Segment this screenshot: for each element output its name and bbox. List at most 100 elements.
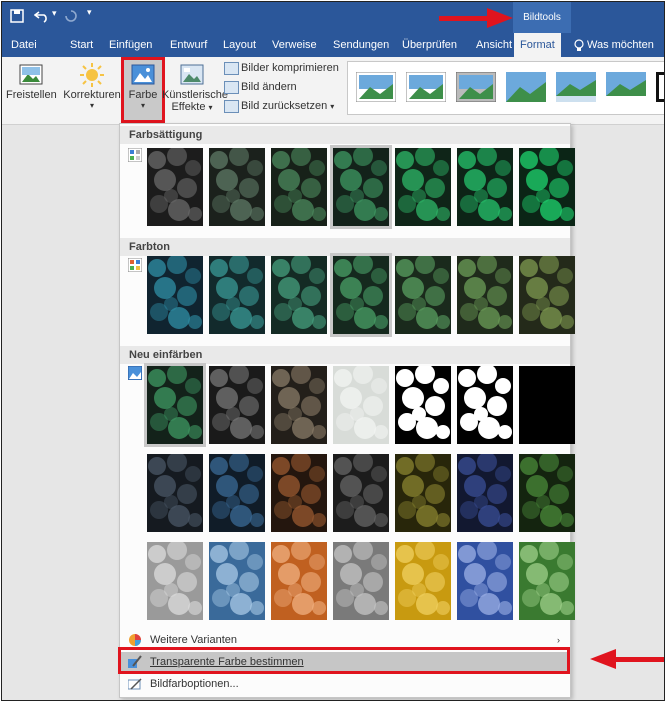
bilder-komprimieren-button[interactable]: Bilder komprimieren xyxy=(224,60,339,76)
bild-aendern-label: Bild ändern xyxy=(241,81,297,93)
picture-style-2[interactable] xyxy=(406,72,446,102)
recolor-variant-thumb[interactable] xyxy=(333,366,389,444)
recolor-variant-thumb[interactable] xyxy=(457,366,513,444)
saturation-variant-thumb[interactable] xyxy=(395,148,451,226)
title-bar: ▾ ▾ Bildtools xyxy=(2,2,664,33)
freistellen-label: Freistellen xyxy=(6,89,57,101)
lightbulb-icon xyxy=(574,39,584,51)
picture-color-options-icon xyxy=(128,678,142,690)
recolor-variant-thumb[interactable] xyxy=(395,366,451,444)
reset-picture-icon xyxy=(224,99,239,113)
tone-variant-thumb[interactable] xyxy=(519,256,575,334)
color-tone-icon xyxy=(128,258,142,272)
picture-style-4[interactable] xyxy=(506,72,546,102)
bild-zuruecksetzen-button[interactable]: Bild zurücksetzen ▾ xyxy=(224,98,334,114)
recolor-variant-thumb[interactable] xyxy=(519,542,575,620)
picture-styles-gallery xyxy=(347,61,665,115)
customize-qat-icon[interactable]: ▾ xyxy=(87,7,92,18)
recolor-variant-thumb[interactable] xyxy=(271,454,327,532)
tab-entwurf[interactable]: Entwurf xyxy=(170,33,207,57)
tone-variant-thumb[interactable] xyxy=(271,256,327,334)
recolor-variant-thumb[interactable] xyxy=(209,542,265,620)
save-icon[interactable] xyxy=(10,9,24,23)
undo-icon[interactable] xyxy=(34,9,50,23)
tone-variant-thumb[interactable] xyxy=(457,256,513,334)
tone-variant-thumb[interactable] xyxy=(147,256,203,334)
recolor-variant-thumb[interactable] xyxy=(333,454,389,532)
undo-dropdown-icon[interactable]: ▾ xyxy=(52,8,57,19)
recolor-variant-thumb[interactable] xyxy=(519,366,575,444)
freistellen-icon xyxy=(19,64,43,85)
saturation-variant-thumb[interactable] xyxy=(147,148,203,226)
saturation-variant-thumb[interactable] xyxy=(330,145,392,229)
saturation-variant-thumb[interactable] xyxy=(457,148,513,226)
tone-variant-thumb[interactable] xyxy=(209,256,265,334)
color-palette-icon xyxy=(129,634,141,646)
bild-zuruecksetzen-label: Bild zurücksetzen xyxy=(241,100,328,112)
saturation-variant-thumb[interactable] xyxy=(271,148,327,226)
kuenstlerische-label-2: Effekte xyxy=(171,101,206,113)
saturation-variant-thumb[interactable] xyxy=(519,148,575,226)
farbe-highlight-box xyxy=(121,57,165,123)
recolor-variant-thumb[interactable] xyxy=(209,366,265,444)
transparente-farbe-highlight-box xyxy=(118,647,570,674)
recolor-variant-thumb[interactable] xyxy=(457,542,513,620)
kuenstlerische-effekte-button[interactable]: Künstlerische Effekte ▾ xyxy=(162,59,229,113)
recolor-variant-thumb[interactable] xyxy=(147,542,203,620)
tell-me-search[interactable]: Was möchten xyxy=(587,33,654,57)
tab-format[interactable]: Format xyxy=(514,33,561,57)
sun-icon xyxy=(80,63,104,87)
tab-verweise[interactable]: Verweise xyxy=(272,33,317,57)
tab-ueberpruefen[interactable]: Überprüfen xyxy=(402,33,457,57)
recolor-variant-thumb[interactable] xyxy=(147,454,203,532)
section-farbsaettigung-header: Farbsättigung xyxy=(120,126,570,144)
recolor-variant-thumb[interactable] xyxy=(209,454,265,532)
tone-variant-thumb[interactable] xyxy=(395,256,451,334)
picture-style-7[interactable] xyxy=(656,72,665,102)
tab-ansicht[interactable]: Ansicht xyxy=(476,33,512,57)
saturation-icon xyxy=(128,148,142,162)
section-farbton-header: Farbton xyxy=(120,238,570,256)
section-neu-einfaerben-header: Neu einfärben xyxy=(120,346,570,364)
saturation-variant-thumb[interactable] xyxy=(209,148,265,226)
freistellen-button[interactable]: Freistellen xyxy=(6,59,57,101)
ribbon-format: Freistellen Korrekturen ▾ Farbe ▾ Künstl… xyxy=(2,57,664,125)
tab-start[interactable]: Start xyxy=(70,33,93,57)
word-window: ▾ ▾ Bildtools Datei Start Einfügen Entwu… xyxy=(1,1,665,701)
farbe-dropdown-panel: Farbsättigung Farbton Neu einfärben Weit… xyxy=(119,123,575,698)
bildtools-context-tab: Bildtools xyxy=(513,2,571,33)
effekte-dropdown-icon: ▾ xyxy=(208,103,213,112)
redo-icon[interactable] xyxy=(64,9,78,23)
korrekturen-button[interactable]: Korrekturen ▾ xyxy=(62,59,122,110)
compress-icon xyxy=(224,61,239,75)
reset-dropdown-icon: ▾ xyxy=(330,102,335,111)
picture-style-5[interactable] xyxy=(556,72,596,102)
recolor-variant-thumb[interactable] xyxy=(271,366,327,444)
kuenstlerische-label-1: Künstlerische xyxy=(162,89,229,101)
recolor-variant-thumb[interactable] xyxy=(144,363,206,447)
recolor-variant-thumb[interactable] xyxy=(271,542,327,620)
bildfarboptionen-item[interactable]: Bildfarboptionen... xyxy=(120,674,570,694)
tab-sendungen[interactable]: Sendungen xyxy=(333,33,389,57)
annotation-arrow-left xyxy=(590,649,664,669)
bilder-komprimieren-label: Bilder komprimieren xyxy=(241,62,339,74)
change-picture-icon xyxy=(224,80,239,94)
picture-style-1[interactable] xyxy=(356,72,396,102)
recolor-variant-thumb[interactable] xyxy=(395,454,451,532)
tab-einfuegen[interactable]: Einfügen xyxy=(109,33,152,57)
tab-datei[interactable]: Datei xyxy=(11,33,37,57)
recolor-icon xyxy=(128,366,142,380)
artistic-effects-icon xyxy=(180,64,204,85)
tab-layout[interactable]: Layout xyxy=(223,33,256,57)
bildfarboptionen-label: Bildfarboptionen... xyxy=(150,678,239,690)
recolor-variant-thumb[interactable] xyxy=(519,454,575,532)
picture-style-3[interactable] xyxy=(456,72,496,102)
recolor-variant-thumb[interactable] xyxy=(333,542,389,620)
recolor-variant-thumb[interactable] xyxy=(457,454,513,532)
tone-variant-thumb[interactable] xyxy=(330,253,392,337)
picture-style-6[interactable] xyxy=(606,72,646,102)
korrekturen-label: Korrekturen xyxy=(63,89,121,101)
ribbon-tabs: Datei Start Einfügen Entwurf Layout Verw… xyxy=(2,33,664,57)
recolor-variant-thumb[interactable] xyxy=(395,542,451,620)
bild-aendern-button[interactable]: Bild ändern xyxy=(224,79,297,95)
